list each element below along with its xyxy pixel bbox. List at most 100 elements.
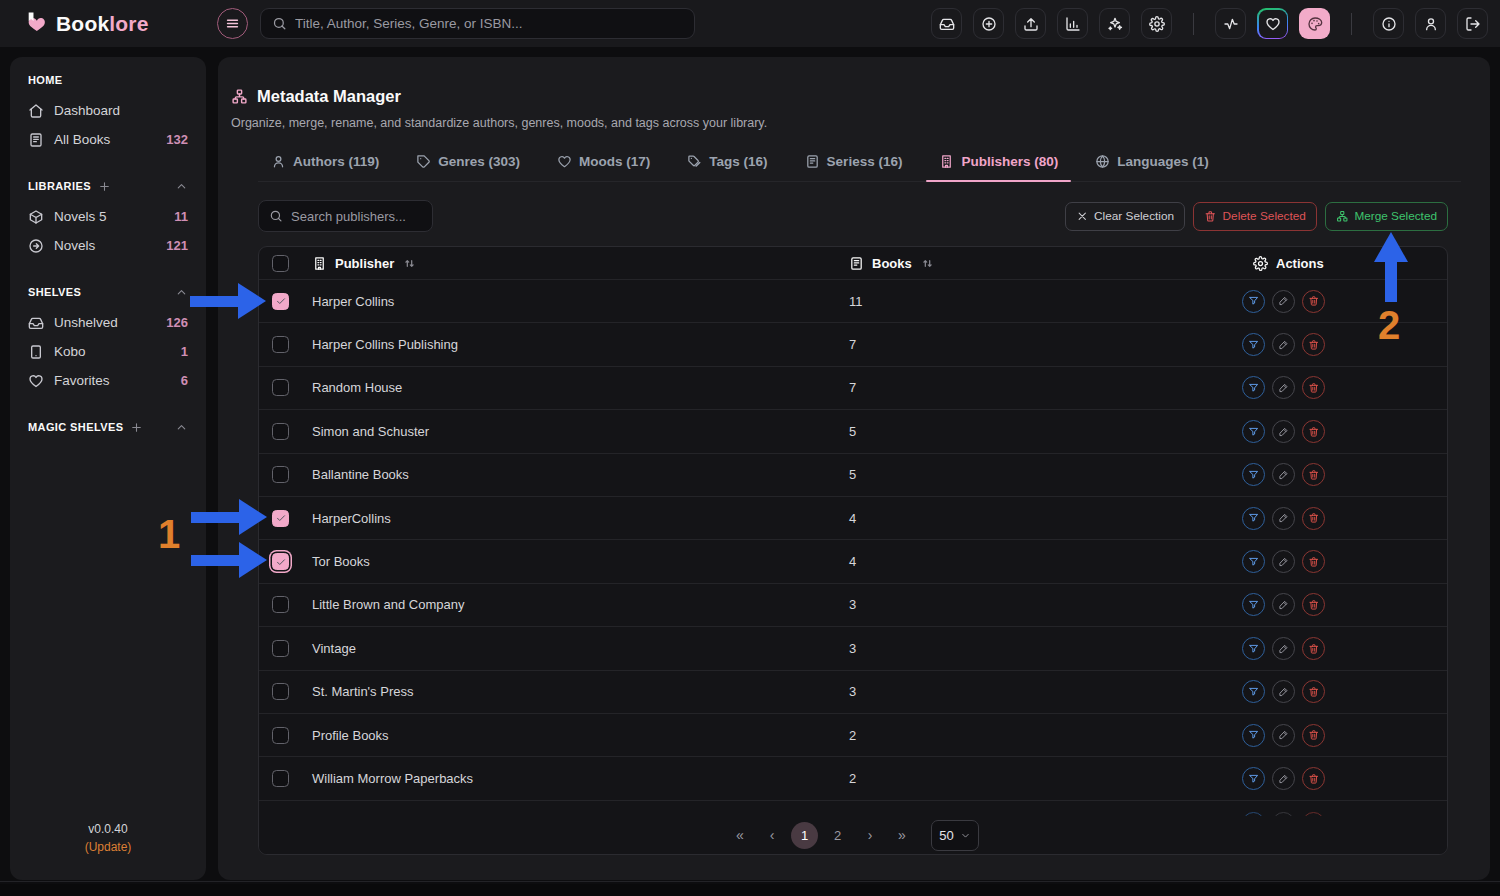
tab-moods[interactable]: Moods (17) — [544, 154, 663, 181]
sidebar-item-favorites[interactable]: Favorites6 — [22, 366, 194, 395]
publisher-column-header[interactable]: Publisher — [335, 256, 394, 271]
filter-action-button[interactable] — [1242, 333, 1265, 356]
delete-action-button[interactable] — [1302, 290, 1325, 313]
row-checkbox[interactable] — [272, 683, 289, 700]
tab-tags[interactable]: Tags (16) — [674, 154, 780, 181]
row-checkbox[interactable] — [272, 336, 289, 353]
edit-action-button[interactable] — [1272, 290, 1295, 313]
chevron-up-icon[interactable] — [175, 286, 188, 299]
row-checkbox[interactable] — [272, 293, 289, 310]
sidebar-item-novels[interactable]: Novels121 — [22, 231, 194, 260]
edit-action-button[interactable] — [1272, 767, 1295, 790]
books-column-header[interactable]: Books — [872, 256, 912, 271]
info-button[interactable] — [1373, 8, 1404, 39]
delete-action-button[interactable] — [1302, 680, 1325, 703]
ai-sparkles-button[interactable] — [1099, 8, 1130, 39]
tab-genres[interactable]: Genres (303) — [403, 154, 533, 181]
delete-action-button[interactable] — [1302, 593, 1325, 616]
clear-selection-button[interactable]: Clear Selection — [1065, 202, 1186, 231]
chevron-up-icon[interactable] — [175, 421, 188, 434]
sort-icon[interactable] — [402, 256, 417, 271]
filter-action-button[interactable] — [1242, 550, 1265, 573]
filter-action-button[interactable] — [1242, 724, 1265, 747]
app-logo[interactable]: Booklore — [24, 0, 149, 47]
edit-action-button[interactable] — [1272, 463, 1295, 486]
edit-action-button[interactable] — [1272, 507, 1295, 530]
upload-button[interactable] — [1015, 8, 1046, 39]
tab-authors[interactable]: Authors (119) — [258, 154, 392, 181]
inbox-button[interactable] — [931, 8, 962, 39]
filter-action-button[interactable] — [1242, 637, 1265, 660]
filter-action-button[interactable] — [1242, 680, 1265, 703]
delete-action-button[interactable] — [1302, 376, 1325, 399]
row-checkbox[interactable] — [272, 466, 289, 483]
delete-action-button[interactable] — [1302, 637, 1325, 660]
row-checkbox[interactable] — [272, 770, 289, 787]
edit-action-button[interactable] — [1272, 593, 1295, 616]
page-1-button[interactable]: 1 — [791, 822, 818, 849]
row-checkbox[interactable] — [272, 423, 289, 440]
edit-action-button[interactable] — [1272, 333, 1295, 356]
last-page-button[interactable]: » — [889, 822, 915, 848]
add-button[interactable] — [973, 8, 1004, 39]
add-icon[interactable] — [98, 180, 111, 193]
sidebar-item-unshelved[interactable]: Unshelved126 — [22, 308, 194, 337]
delete-action-button[interactable] — [1302, 420, 1325, 443]
filter-action-button[interactable] — [1242, 420, 1265, 443]
page-size-select[interactable]: 50 — [931, 820, 979, 851]
tab-languages[interactable]: Languages (1) — [1082, 154, 1222, 181]
delete-action-button[interactable] — [1302, 724, 1325, 747]
logout-button[interactable] — [1457, 8, 1488, 39]
filter-action-button[interactable] — [1242, 463, 1265, 486]
publisher-search-input[interactable] — [291, 209, 422, 224]
delete-action-button[interactable] — [1302, 767, 1325, 790]
add-icon[interactable] — [130, 421, 143, 434]
sidebar-item-dashboard[interactable]: Dashboard — [22, 96, 194, 125]
edit-action-button[interactable] — [1272, 637, 1295, 660]
global-search-input[interactable] — [295, 16, 683, 31]
prev-page-button[interactable]: ‹ — [759, 822, 785, 848]
edit-action-button[interactable] — [1272, 376, 1295, 399]
delete-action-button[interactable] — [1302, 507, 1325, 530]
delete-selected-button[interactable]: Delete Selected — [1193, 202, 1317, 231]
merge-selected-button[interactable]: Merge Selected — [1325, 202, 1448, 231]
next-page-button[interactable]: › — [857, 822, 883, 848]
select-all-checkbox[interactable] — [272, 255, 289, 272]
activity-button[interactable] — [1215, 8, 1246, 39]
update-link[interactable]: (Update) — [10, 840, 206, 854]
global-search[interactable] — [260, 8, 695, 39]
sidebar-item-novels-5[interactable]: Novels 511 — [22, 202, 194, 231]
menu-button[interactable] — [217, 8, 248, 39]
filter-action-button[interactable] — [1242, 507, 1265, 530]
delete-action-button[interactable] — [1302, 550, 1325, 573]
row-checkbox[interactable] — [272, 379, 289, 396]
sidebar-item-kobo[interactable]: Kobo1 — [22, 337, 194, 366]
edit-action-button[interactable] — [1272, 680, 1295, 703]
sidebar-item-all-books[interactable]: All Books132 — [22, 125, 194, 154]
filter-action-button[interactable] — [1242, 376, 1265, 399]
favorites-button[interactable] — [1257, 8, 1288, 39]
settings-button[interactable] — [1141, 8, 1172, 39]
tab-publishers[interactable]: Publishers (80) — [926, 154, 1071, 181]
edit-action-button[interactable] — [1272, 550, 1295, 573]
sort-icon[interactable] — [920, 256, 935, 271]
publisher-search[interactable] — [258, 200, 433, 232]
page-2-button[interactable]: 2 — [824, 822, 851, 849]
delete-action-button[interactable] — [1302, 463, 1325, 486]
stats-button[interactable] — [1057, 8, 1088, 39]
row-checkbox[interactable] — [272, 596, 289, 613]
chevron-up-icon[interactable] — [175, 180, 188, 193]
row-checkbox[interactable] — [272, 727, 289, 744]
theme-button[interactable] — [1299, 8, 1330, 39]
edit-action-button[interactable] — [1272, 724, 1295, 747]
filter-action-button[interactable] — [1242, 290, 1265, 313]
tab-seriess[interactable]: Seriess (16) — [792, 154, 916, 181]
edit-action-button[interactable] — [1272, 420, 1295, 443]
first-page-button[interactable]: « — [727, 822, 753, 848]
row-checkbox[interactable] — [272, 510, 289, 527]
filter-action-button[interactable] — [1242, 767, 1265, 790]
delete-action-button[interactable] — [1302, 333, 1325, 356]
row-checkbox[interactable] — [272, 553, 289, 570]
row-checkbox[interactable] — [272, 640, 289, 657]
account-button[interactable] — [1415, 8, 1446, 39]
